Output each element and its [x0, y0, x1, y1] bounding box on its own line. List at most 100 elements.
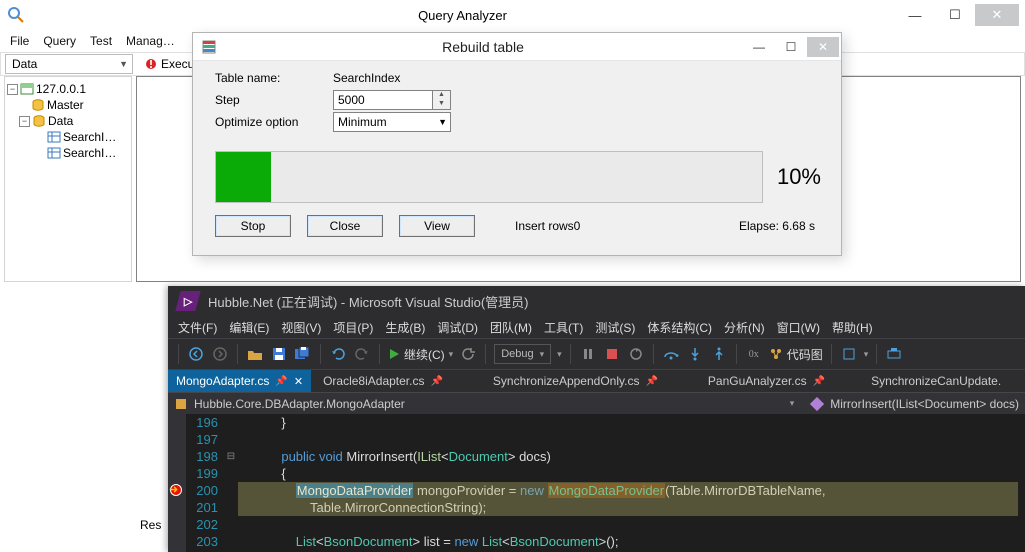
tree-node-data[interactable]: − Data	[7, 113, 129, 129]
tool-icon[interactable]	[840, 345, 858, 363]
chevron-down-icon[interactable]: ▾	[557, 349, 562, 360]
nav-class-selector[interactable]: Hubble.Core.DBAdapter.MongoAdapter	[194, 397, 405, 411]
code-editor[interactable]: ➜ 196 197 198 199 200 201 202 203 204 ⊟ …	[168, 414, 1025, 552]
tab-label: SynchronizeAppendOnly.cs	[493, 374, 640, 388]
code-content[interactable]: } public void MirrorInsert(IList<Documen…	[238, 414, 1025, 552]
nav-forward-icon[interactable]	[211, 345, 229, 363]
vs-menu-tools[interactable]: 工具(T)	[544, 319, 583, 336]
qa-app-icon	[8, 7, 24, 23]
tool2-icon[interactable]	[885, 345, 903, 363]
stop-button[interactable]: Stop	[215, 215, 291, 237]
visual-studio-window: ▷ Hubble.Net (正在调试) - Microsoft Visual S…	[168, 286, 1025, 552]
vs-menu-analyze[interactable]: 分析(N)	[724, 319, 765, 336]
qa-titlebar[interactable]: Query Analyzer — ☐ ✕	[0, 0, 1025, 30]
vs-menu-window[interactable]: 窗口(W)	[777, 319, 820, 336]
tree-leaf[interactable]: SearchI…	[7, 129, 129, 145]
spinner-down-icon[interactable]: ▼	[433, 100, 450, 109]
vs-menu-test[interactable]: 测试(S)	[595, 319, 635, 336]
nav-method-selector[interactable]: MirrorInsert(IList<Document> docs)	[830, 397, 1019, 411]
vs-tabbar: MongoAdapter.cs 📌 ✕ Oracle8iAdapter.cs 📌…	[168, 370, 1025, 392]
pin-icon[interactable]: 📌	[275, 376, 287, 387]
pin-icon[interactable]: 📌	[813, 376, 825, 387]
fold-toggle[interactable]: ⊟	[224, 448, 238, 465]
config-selector[interactable]: Debug ▾	[494, 344, 551, 364]
save-all-icon[interactable]	[294, 345, 312, 363]
execute-button[interactable]: Execu	[145, 57, 194, 71]
vs-titlebar[interactable]: ▷ Hubble.Net (正在调试) - Microsoft Visual S…	[168, 286, 1025, 316]
pause-icon[interactable]	[579, 345, 597, 363]
vs-menu-arch[interactable]: 体系结构(C)	[647, 319, 712, 336]
current-line-icon: ➜	[169, 483, 178, 496]
pin-icon[interactable]: 📌	[430, 376, 442, 387]
dialog-minimize-button[interactable]: —	[743, 37, 775, 57]
tree-leaf[interactable]: SearchI…	[7, 145, 129, 161]
class-icon	[174, 397, 188, 411]
vs-navbar: Hubble.Core.DBAdapter.MongoAdapter ▾ Mir…	[168, 392, 1025, 414]
step-out-icon[interactable]	[710, 345, 728, 363]
step-into-icon[interactable]	[686, 345, 704, 363]
close-button[interactable]: Close	[307, 215, 383, 237]
close-tab-icon[interactable]: ✕	[294, 375, 303, 388]
database-tree[interactable]: − 127.0.0.1 Master − Data SearchI…	[4, 76, 132, 282]
vs-tab-syncappend[interactable]: SynchronizeAppendOnly.cs 📌	[485, 370, 666, 392]
open-icon[interactable]	[246, 345, 264, 363]
pin-icon[interactable]: 📌	[645, 376, 657, 387]
menu-test[interactable]: Test	[90, 34, 112, 48]
collapse-icon[interactable]: −	[7, 84, 18, 95]
vs-tab-oracle[interactable]: Oracle8iAdapter.cs 📌	[315, 370, 451, 392]
chevron-down-icon[interactable]: ▾	[864, 349, 869, 360]
view-button[interactable]: View	[399, 215, 475, 237]
menu-file[interactable]: File	[10, 34, 29, 48]
step-input[interactable]	[333, 90, 433, 110]
codemap-button[interactable]: 代码图	[769, 346, 823, 363]
refresh-icon[interactable]	[459, 345, 477, 363]
vs-menu-view[interactable]: 视图(V)	[281, 319, 321, 336]
database-selector[interactable]: Data ▼	[5, 54, 133, 74]
optimize-combo[interactable]: Minimum ▼	[333, 112, 451, 132]
tree-node-label: Data	[48, 114, 73, 128]
restart-icon[interactable]	[627, 345, 645, 363]
rebuild-titlebar[interactable]: Rebuild table — ☐ ✕	[193, 33, 841, 61]
chevron-down-icon: ▼	[119, 59, 128, 69]
collapse-icon[interactable]: −	[19, 116, 30, 127]
qa-title: Query Analyzer	[30, 8, 895, 23]
menu-query[interactable]: Query	[43, 34, 76, 48]
vs-menu-debug[interactable]: 调试(D)	[437, 319, 478, 336]
menu-manage[interactable]: Manag…	[126, 34, 175, 48]
chevron-down-icon[interactable]: ▾	[790, 398, 795, 409]
tab-label: Oracle8iAdapter.cs	[323, 374, 424, 388]
qa-minimize-button[interactable]: —	[895, 4, 935, 26]
tree-node-master[interactable]: Master	[7, 97, 129, 113]
progress-bar	[215, 151, 763, 203]
stop-icon[interactable]	[603, 345, 621, 363]
vs-menu-project[interactable]: 项目(P)	[333, 319, 373, 336]
dialog-maximize-button[interactable]: ☐	[775, 37, 807, 57]
step-spinner[interactable]: ▲ ▼	[433, 90, 451, 110]
vs-menu-build[interactable]: 生成(B)	[385, 319, 425, 336]
line-numbers: 196 197 198 199 200 201 202 203 204	[186, 414, 224, 552]
qa-close-button[interactable]: ✕	[975, 4, 1019, 26]
undo-icon[interactable]	[329, 345, 347, 363]
vs-tab-pangu[interactable]: PanGuAnalyzer.cs 📌	[700, 370, 833, 392]
dialog-close-button[interactable]: ✕	[807, 37, 839, 57]
qa-maximize-button[interactable]: ☐	[935, 4, 975, 26]
hex-icon[interactable]: 0x	[745, 345, 763, 363]
vs-tab-mongoadapter[interactable]: MongoAdapter.cs 📌 ✕	[168, 370, 311, 392]
spinner-up-icon[interactable]: ▲	[433, 91, 450, 100]
vs-tab-syncupdate[interactable]: SynchronizeCanUpdate.	[863, 370, 1009, 392]
table-icon	[47, 130, 61, 144]
redo-icon[interactable]	[353, 345, 371, 363]
table-name-value: SearchIndex	[333, 71, 400, 85]
save-icon[interactable]	[270, 345, 288, 363]
tree-root[interactable]: − 127.0.0.1	[7, 81, 129, 97]
vs-menu-file[interactable]: 文件(F)	[178, 319, 217, 336]
step-over-icon[interactable]	[662, 345, 680, 363]
nav-back-icon[interactable]	[187, 345, 205, 363]
vs-menu-help[interactable]: 帮助(H)	[832, 319, 873, 336]
chevron-down-icon: ▾	[540, 349, 545, 360]
vs-menu-edit[interactable]: 编辑(E)	[229, 319, 269, 336]
tree-root-label: 127.0.0.1	[36, 82, 86, 96]
vs-menu-team[interactable]: 团队(M)	[490, 319, 532, 336]
continue-button[interactable]: 继续(C) ▾	[388, 346, 453, 363]
method-icon	[810, 397, 824, 411]
